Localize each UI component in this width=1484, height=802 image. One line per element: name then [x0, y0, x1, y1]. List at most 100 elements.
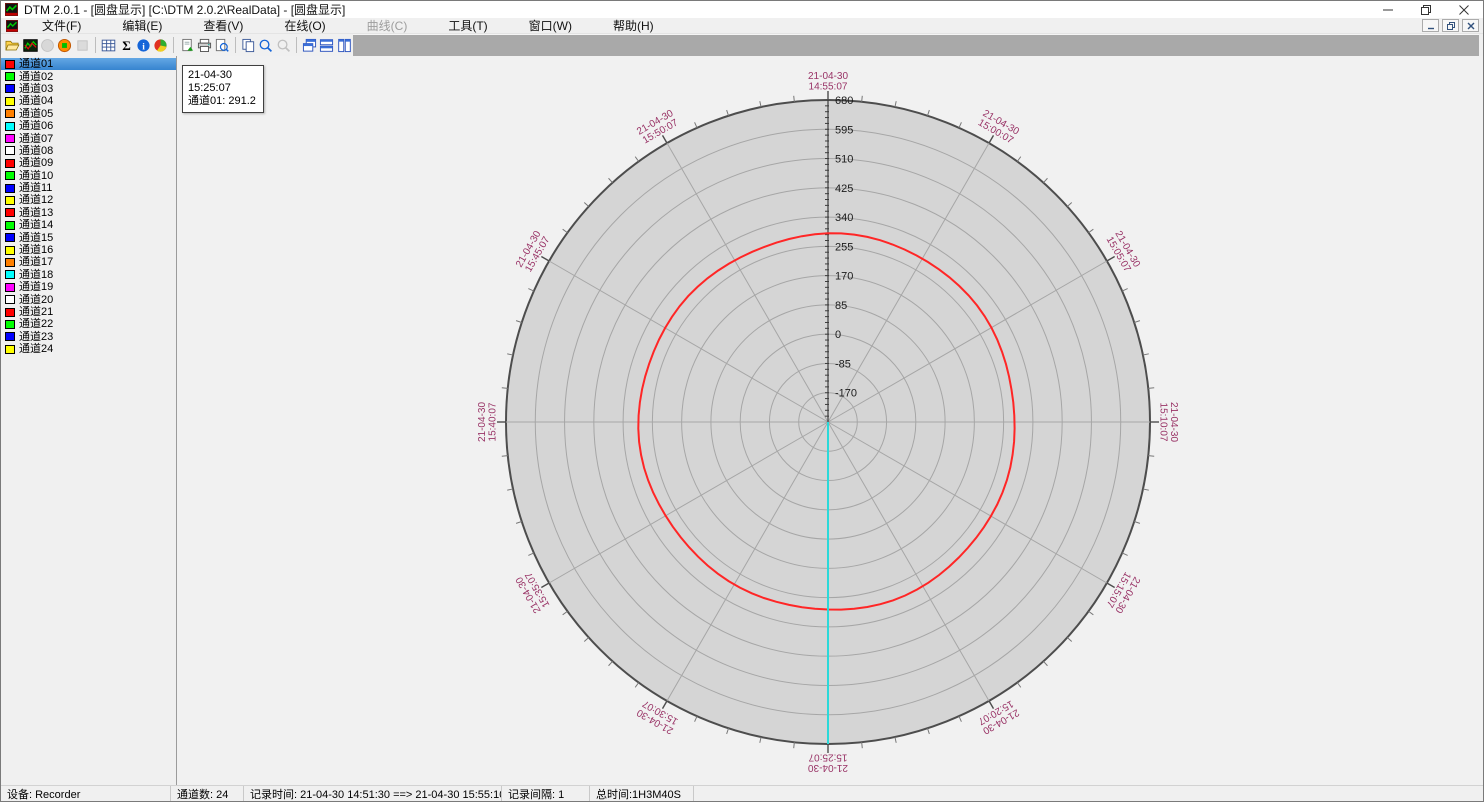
menu-item-4: 曲线(C) [357, 17, 418, 34]
rim-tick [609, 178, 613, 182]
rim-tick [895, 101, 896, 107]
close-button[interactable] [1445, 1, 1483, 18]
channel-color-swatch [5, 146, 15, 155]
channel-item-24[interactable]: 通道24 [1, 343, 176, 355]
axis-tick-label: 595 [835, 124, 853, 136]
time-label: 21-04-3014:55:07 [808, 71, 848, 93]
rim-tick [1148, 456, 1154, 457]
rim-tick [1122, 289, 1127, 291]
rim-tick [1122, 553, 1127, 555]
channel-item-13[interactable]: 通道13 [1, 207, 176, 219]
channel-item-3[interactable]: 通道03 [1, 83, 176, 95]
channel-label: 通道22 [19, 318, 53, 330]
channel-label: 通道18 [19, 269, 53, 281]
polar-chart[interactable]: 680595510425340255170850-85-17021-04-301… [177, 56, 1484, 787]
channel-color-swatch [5, 134, 15, 143]
channel-item-19[interactable]: 通道19 [1, 281, 176, 293]
channel-item-9[interactable]: 通道09 [1, 157, 176, 169]
record-idle-icon [39, 35, 56, 55]
rim-tick [928, 110, 930, 116]
record-active-icon[interactable] [56, 35, 73, 55]
zoom-icon[interactable] [257, 35, 274, 55]
restore-button[interactable] [1407, 1, 1445, 18]
channel-label: 通道21 [19, 306, 53, 318]
channel-item-11[interactable]: 通道11 [1, 182, 176, 194]
print-preview-icon[interactable] [213, 35, 230, 55]
window-controls [1369, 1, 1483, 18]
channel-item-16[interactable]: 通道16 [1, 244, 176, 256]
mdi-restore-button[interactable] [1442, 19, 1459, 32]
channel-label: 通道12 [19, 194, 53, 206]
channel-item-4[interactable]: 通道04 [1, 95, 176, 107]
status-panel-0: 设备: Recorder [1, 786, 171, 801]
mdi-minimize-button[interactable] [1422, 19, 1439, 32]
channel-item-2[interactable]: 通道02 [1, 70, 176, 82]
axis-tick-label: -170 [835, 388, 857, 400]
channel-label: 通道04 [19, 95, 53, 107]
document-icon [6, 20, 18, 32]
menu-item-2[interactable]: 查看(V) [193, 17, 253, 34]
channel-label: 通道20 [19, 294, 53, 306]
tile-vertical-icon[interactable] [336, 35, 353, 55]
channel-label: 通道15 [19, 232, 53, 244]
channel-item-6[interactable]: 通道06 [1, 120, 176, 132]
axis-tick-label: 255 [835, 241, 853, 253]
toolbar-separator [95, 37, 96, 53]
channel-label: 通道14 [19, 219, 53, 231]
menu-item-7[interactable]: 帮助(H) [603, 17, 664, 34]
rim-tick [507, 489, 513, 490]
axis-tick-label: 340 [835, 212, 853, 224]
channel-item-15[interactable]: 通道15 [1, 231, 176, 243]
mdi-close-button[interactable] [1462, 19, 1479, 32]
channel-label: 通道01 [19, 58, 53, 70]
copy-icon[interactable] [240, 35, 257, 55]
channel-item-18[interactable]: 通道18 [1, 269, 176, 281]
rim-tick [1148, 388, 1154, 389]
channel-label: 通道17 [19, 256, 53, 268]
rim-tick [502, 388, 508, 389]
channel-item-8[interactable]: 通道08 [1, 145, 176, 157]
channel-item-23[interactable]: 通道23 [1, 331, 176, 343]
channel-item-17[interactable]: 通道17 [1, 256, 176, 268]
info-icon[interactable]: i [135, 35, 152, 55]
channel-label: 通道23 [19, 331, 53, 343]
rim-tick [1089, 611, 1094, 615]
svg-text:21-04-3014:55:07: 21-04-3014:55:07 [808, 71, 848, 93]
rim-tick [794, 742, 795, 748]
channel-color-swatch [5, 60, 15, 69]
status-panel-2: 记录时间: 21-04-30 14:51:30 ==> 21-04-30 15:… [244, 786, 502, 801]
app-icon [5, 3, 18, 16]
data-table-icon[interactable] [100, 35, 117, 55]
channel-item-12[interactable]: 通道12 [1, 194, 176, 206]
minimize-button[interactable] [1369, 1, 1407, 18]
channel-item-5[interactable]: 通道05 [1, 108, 176, 120]
rim-tick [1089, 229, 1094, 233]
pie-chart-icon[interactable] [152, 35, 169, 55]
menu-item-1[interactable]: 编辑(E) [112, 17, 172, 34]
menu-item-5[interactable]: 工具(T) [438, 17, 497, 34]
rim-tick [584, 203, 588, 207]
sigma-statistics-icon[interactable]: Σ [117, 35, 134, 55]
channel-color-swatch [5, 171, 15, 180]
menu-item-6[interactable]: 窗口(W) [519, 17, 582, 34]
rim-tick [760, 737, 761, 743]
channel-item-22[interactable]: 通道22 [1, 318, 176, 330]
print-icon[interactable] [196, 35, 213, 55]
open-file-icon[interactable] [4, 35, 21, 55]
realtime-curve-icon[interactable] [21, 35, 38, 55]
channel-item-21[interactable]: 通道21 [1, 306, 176, 318]
time-label: 21-04-3015:40:07 [477, 402, 499, 442]
channel-item-14[interactable]: 通道14 [1, 219, 176, 231]
tile-horizontal-icon[interactable] [318, 35, 335, 55]
channel-item-1[interactable]: 通道01 [1, 58, 176, 70]
channel-item-7[interactable]: 通道07 [1, 132, 176, 144]
menu-item-0[interactable]: 文件(F) [32, 17, 91, 34]
channel-item-10[interactable]: 通道10 [1, 170, 176, 182]
export-icon[interactable] [178, 35, 195, 55]
channel-item-20[interactable]: 通道20 [1, 293, 176, 305]
channel-color-swatch [5, 72, 15, 81]
rim-tick [635, 683, 639, 688]
rim-tick [1143, 354, 1149, 355]
menu-item-3[interactable]: 在线(O) [274, 17, 335, 34]
cascade-windows-icon[interactable] [301, 35, 318, 55]
